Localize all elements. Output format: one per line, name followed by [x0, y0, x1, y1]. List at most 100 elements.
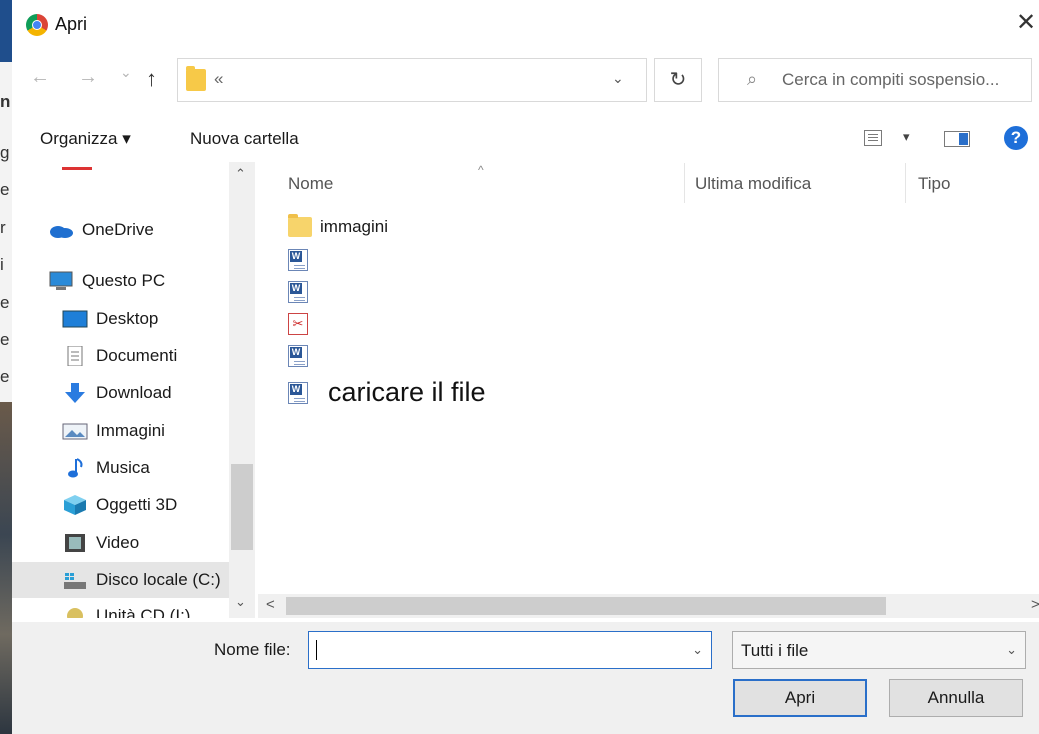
sidebar-item-label: Musica	[96, 458, 150, 477]
filename-label: Nome file:	[214, 640, 291, 659]
close-button[interactable]: ✕	[1013, 8, 1039, 38]
column-divider[interactable]	[684, 163, 685, 203]
sidebar-item-download[interactable]: Download	[62, 383, 172, 403]
sidebar-item-this-pc[interactable]: Questo PC	[48, 271, 165, 291]
scrollbar-thumb[interactable]	[286, 597, 886, 615]
chevron-down-icon[interactable]: ⌄	[612, 70, 624, 87]
address-bar[interactable]: « ⌄	[177, 58, 647, 102]
text-caret	[316, 640, 317, 660]
file-type-value: Tutti i file	[741, 641, 809, 660]
background-text: n	[0, 92, 11, 111]
file-row[interactable]: ✂	[288, 313, 308, 335]
file-row[interactable]	[288, 249, 308, 271]
download-icon	[62, 383, 88, 403]
view-dropdown[interactable]: ▾	[903, 129, 910, 145]
scroll-down-arrow[interactable]: ⌄	[235, 594, 246, 610]
sidebar-item-cd-drive[interactable]: Unità CD (I:)	[62, 606, 190, 618]
navigation-pane: OneDrive Questo PC Desktop Documenti Dow…	[12, 162, 255, 618]
sidebar-item-label: Disco locale (C:)	[96, 570, 221, 589]
sidebar-item-label: Download	[96, 383, 172, 402]
sidebar-item-desktop[interactable]: Desktop	[62, 309, 158, 329]
column-header-name[interactable]: Nome	[288, 174, 333, 194]
column-header-modified[interactable]: Ultima modifica	[695, 174, 811, 194]
search-placeholder: Cerca in compiti sospensio...	[782, 70, 1000, 89]
column-header-type[interactable]: Tipo	[918, 174, 950, 194]
recent-locations-button[interactable]: ⌄	[120, 64, 132, 81]
sidebar-item-onedrive[interactable]: OneDrive	[48, 220, 154, 240]
column-divider[interactable]	[905, 163, 906, 203]
refresh-button[interactable]: ↻	[654, 58, 702, 102]
sidebar-item-pictures[interactable]: Immagini	[62, 421, 165, 441]
video-icon	[62, 533, 88, 553]
sidebar-item-documents[interactable]: Documenti	[62, 345, 178, 367]
pictures-icon	[62, 421, 88, 441]
chrome-icon	[26, 14, 48, 36]
dialog-title: Apri	[55, 14, 88, 34]
up-button[interactable]: ↑	[146, 66, 157, 92]
drive-icon	[62, 570, 88, 590]
search-input[interactable]: ⌕ Cerca in compiti sospensio...	[718, 58, 1032, 102]
file-row[interactable]: caricare il file	[288, 377, 486, 408]
folder-icon	[186, 66, 206, 91]
file-row-folder[interactable]: immagini	[288, 214, 389, 237]
scrollbar-thumb[interactable]	[231, 464, 253, 550]
help-icon[interactable]: ?	[1004, 126, 1028, 150]
word-document-icon	[288, 381, 308, 404]
documents-icon	[62, 345, 88, 367]
chevron-down-icon[interactable]: ⌄	[692, 642, 703, 658]
sidebar-item-label: Unità CD (I:)	[96, 606, 191, 618]
pdf-document-icon: ✂	[288, 313, 308, 335]
sidebar-item-label: Desktop	[96, 309, 159, 328]
sidebar-item-label: Questo PC	[82, 271, 166, 290]
back-button[interactable]: ←	[30, 66, 50, 89]
sidebar-item-label: Video	[96, 533, 140, 552]
background-text: e	[0, 330, 10, 349]
word-document-icon	[288, 249, 308, 271]
cloud-icon	[48, 220, 74, 240]
sidebar-item-label: Documenti	[96, 346, 178, 365]
preview-pane-icon[interactable]	[944, 131, 970, 147]
cancel-button[interactable]: Annulla	[889, 679, 1023, 717]
scroll-up-arrow[interactable]: ⌃	[235, 166, 246, 182]
partial-item	[62, 167, 92, 170]
word-document-icon	[288, 281, 308, 303]
file-type-select[interactable]: Tutti i file ⌄	[732, 631, 1026, 669]
file-row[interactable]	[288, 345, 308, 367]
word-document-icon	[288, 345, 308, 367]
search-icon: ⌕	[747, 69, 758, 89]
background-text: i	[0, 255, 4, 274]
address-text: «	[214, 69, 224, 88]
sidebar-item-label: OneDrive	[82, 220, 154, 239]
background-text: e	[0, 180, 10, 199]
background-window: n g e r i e e e	[0, 0, 12, 734]
scroll-right-arrow[interactable]: >	[1031, 596, 1039, 613]
chevron-down-icon: ⌄	[1006, 642, 1017, 657]
desktop-icon	[62, 309, 88, 329]
view-options-icon[interactable]	[864, 130, 882, 146]
music-icon	[62, 458, 88, 478]
background-text: e	[0, 367, 10, 386]
scroll-left-arrow[interactable]: <	[266, 596, 275, 613]
sidebar-item-music[interactable]: Musica	[62, 458, 150, 478]
computer-icon	[48, 271, 74, 291]
file-name: immagini	[320, 217, 389, 236]
open-button[interactable]: Apri	[733, 679, 867, 717]
background-text: r	[0, 218, 6, 237]
sort-arrow-icon: ^	[478, 163, 484, 177]
objects-3d-icon	[62, 495, 88, 515]
sidebar-item-video[interactable]: Video	[62, 533, 139, 553]
new-folder-button[interactable]: Nuova cartella	[190, 129, 299, 149]
forward-button[interactable]: →	[78, 66, 98, 89]
sidebar-item-3d-objects[interactable]: Oggetti 3D	[62, 495, 177, 515]
sidebar-item-label: Oggetti 3D	[96, 495, 178, 514]
background-text: g	[0, 143, 10, 162]
cd-drive-icon	[62, 606, 88, 618]
file-row[interactable]	[288, 281, 308, 303]
organize-button[interactable]: Organizza ▾	[40, 129, 131, 149]
filename-input[interactable]: ⌄	[308, 631, 712, 669]
sidebar-item-local-disk[interactable]: Disco locale (C:)	[12, 562, 229, 598]
sidebar-scrollbar[interactable]: ⌃ ⌄	[229, 162, 255, 618]
sidebar-item-label: Immagini	[96, 421, 165, 440]
file-list-hscrollbar[interactable]: < >	[258, 594, 1039, 618]
folder-icon	[288, 214, 312, 237]
